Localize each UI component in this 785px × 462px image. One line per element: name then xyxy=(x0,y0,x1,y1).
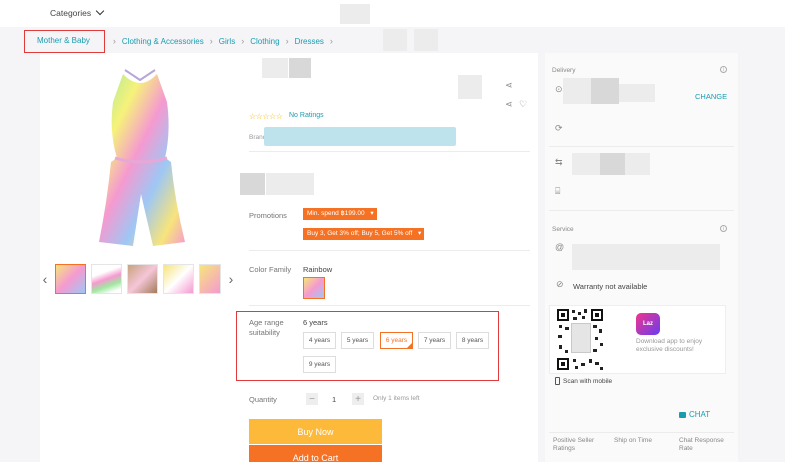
top-bar xyxy=(0,0,785,27)
thumbnail[interactable] xyxy=(127,264,158,294)
age-option-8[interactable]: 8 years xyxy=(456,332,489,349)
qr-code-icon[interactable] xyxy=(555,307,605,372)
breadcrumb-separator: › xyxy=(241,36,245,46)
blurred-brand xyxy=(264,127,456,146)
blurred-title xyxy=(289,58,311,78)
blurred-title xyxy=(262,58,288,78)
divider xyxy=(549,146,734,147)
categories-label: Categories xyxy=(50,8,92,18)
change-address-link[interactable]: CHANGE xyxy=(695,92,727,101)
service-label: Service xyxy=(552,226,574,233)
buy-now-button[interactable]: Buy Now xyxy=(249,419,382,444)
delivery-truck-icon: ⟳ xyxy=(555,123,563,133)
quantity-label: Quantity xyxy=(249,395,277,404)
warranty-text: Warranty not available xyxy=(573,282,648,291)
breadcrumb-separator: › xyxy=(209,36,213,46)
blurred-service xyxy=(572,244,720,270)
breadcrumb-clothing[interactable]: Clothing xyxy=(250,37,279,46)
promo-bundle-tag[interactable]: Buy 3, Get 3% off; Buy 5, Get 5% off xyxy=(303,228,425,240)
blurred-region xyxy=(414,29,438,51)
chat-button[interactable]: CHAT xyxy=(679,410,710,419)
scan-label: Scan with mobile xyxy=(563,377,613,385)
categories-menu[interactable]: Categories xyxy=(50,6,105,18)
add-to-cart-button[interactable]: Add to Cart xyxy=(249,445,382,462)
blurred-address xyxy=(563,78,591,104)
shield-off-icon: ⊘ xyxy=(556,279,564,289)
age-label-line2: suitability xyxy=(249,328,280,337)
voucher-icon: ⌸ xyxy=(555,186,561,196)
blurred-region xyxy=(458,75,482,99)
age-option-6[interactable]: 6 years xyxy=(380,332,413,349)
blurred-address xyxy=(619,84,655,102)
stock-note: Only 1 items left xyxy=(373,395,420,402)
divider xyxy=(549,210,734,211)
blurred-price xyxy=(266,173,314,195)
no-ratings-link[interactable]: No Ratings xyxy=(289,112,324,119)
blurred-region xyxy=(625,153,650,175)
color-swatch-rainbow[interactable] xyxy=(303,277,325,299)
color-value: Rainbow xyxy=(303,265,333,274)
age-label-line1: Age range xyxy=(249,318,284,327)
breadcrumb: Mother & Baby › Clothing & Accessories ›… xyxy=(24,28,339,54)
age-option-4[interactable]: 4 years xyxy=(303,332,336,349)
color-family-label: Color Family xyxy=(249,265,292,274)
info-icon[interactable]: i xyxy=(720,66,727,73)
blurred-region xyxy=(383,29,407,51)
breadcrumb-girls[interactable]: Girls xyxy=(219,37,235,46)
age-option-7[interactable]: 7 years xyxy=(418,332,451,349)
divider xyxy=(249,151,530,152)
quantity-increase-button[interactable]: + xyxy=(352,393,364,405)
promotions-label: Promotions xyxy=(249,211,287,220)
chat-label: CHAT xyxy=(689,410,711,419)
chat-response-rate-label: Chat Response Rate xyxy=(679,437,724,452)
location-pin-icon: ⊙ xyxy=(555,84,563,94)
ship-on-time-label: Ship on Time xyxy=(614,437,652,444)
cash-icon: ⇆ xyxy=(555,157,563,167)
chevron-down-icon xyxy=(95,6,105,16)
thumbnail-strip: ‹ › xyxy=(40,262,240,296)
age-option-5[interactable]: 5 years xyxy=(341,332,374,349)
blurred-price xyxy=(240,173,265,195)
breadcrumb-separator: › xyxy=(112,36,116,46)
heart-icon[interactable]: ♡ xyxy=(519,99,527,110)
blurred-region xyxy=(572,153,600,175)
breadcrumb-clothing-accessories[interactable]: Clothing & Accessories xyxy=(122,37,204,46)
age-option-9[interactable]: 9 years xyxy=(303,356,336,373)
scan-with-mobile: Scan with mobile xyxy=(555,377,612,385)
lazada-app-logo: Laz xyxy=(636,313,660,335)
rating-stars-icon: ☆☆☆☆☆ xyxy=(249,112,283,121)
breadcrumb-separator: › xyxy=(285,36,289,46)
divider xyxy=(249,305,530,306)
thumbnail[interactable] xyxy=(163,264,194,294)
divider xyxy=(549,432,734,433)
blurred-region xyxy=(340,4,370,24)
divider xyxy=(249,250,530,251)
return-icon: @ xyxy=(555,242,565,252)
blurred-region xyxy=(600,153,625,175)
delivery-label: Delivery xyxy=(552,67,576,74)
thumbnail[interactable] xyxy=(199,264,221,294)
product-main-image[interactable] xyxy=(40,53,240,260)
romper-image xyxy=(99,68,185,246)
thumbnail[interactable] xyxy=(55,264,86,294)
share-icon[interactable]: ⋖ xyxy=(505,99,513,110)
breadcrumb-separator: › xyxy=(329,36,333,46)
positive-seller-ratings-label: Positive Seller Ratings xyxy=(553,437,595,452)
phone-icon xyxy=(555,377,560,385)
age-selected-value: 6 years xyxy=(303,318,328,327)
promo-min-spend-tag[interactable]: Min. spend ฿199.00 xyxy=(303,208,377,220)
quantity-decrease-button[interactable]: − xyxy=(306,393,318,405)
app-download-text: Download app to enjoy exclusive discount… xyxy=(636,338,703,353)
info-icon[interactable]: i xyxy=(720,225,727,232)
chevron-left-icon[interactable]: ‹ xyxy=(40,271,50,287)
blurred-address xyxy=(591,78,619,104)
thumbnail[interactable] xyxy=(91,264,122,294)
chevron-right-icon[interactable]: › xyxy=(226,271,236,287)
chat-bubble-icon xyxy=(679,411,686,418)
breadcrumb-mother-baby[interactable]: Mother & Baby xyxy=(24,29,105,53)
share-icon[interactable]: ⋖ xyxy=(505,80,513,91)
breadcrumb-dresses[interactable]: Dresses xyxy=(295,37,324,46)
quantity-input[interactable]: 1 xyxy=(332,395,336,404)
